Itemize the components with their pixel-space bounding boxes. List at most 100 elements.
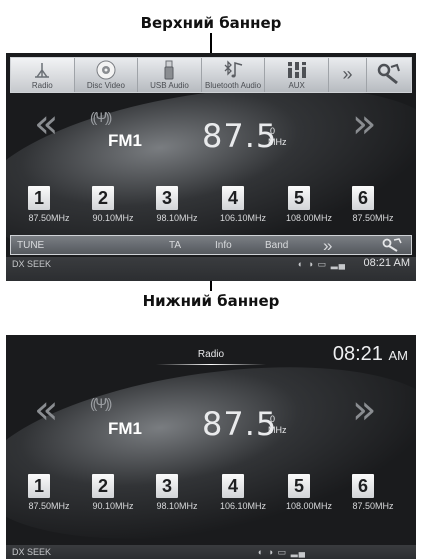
source-disc-video-label: Disc Video [86, 81, 125, 90]
frequency-unit: MHz [268, 425, 287, 435]
preset-4-button[interactable]: 4 106.10MHz [210, 474, 276, 514]
signal-icon: ▂▄ [330, 259, 346, 269]
double-chevron-right-icon: » [342, 63, 353, 84]
preset-frequency: 106.10MHz [219, 213, 267, 223]
dx-seek-status: DX SEEK [12, 547, 52, 557]
status-clock: 08:21 AM [363, 257, 410, 269]
preset-3-button[interactable]: 3 98.10MHz [144, 186, 210, 226]
dx-seek-status: DX SEEK [12, 259, 52, 269]
source-usb-audio-label: USB Audio [150, 81, 189, 90]
preset-frequency: 90.10MHz [92, 213, 134, 223]
frequency-decimal-indicator: 0 [270, 126, 276, 136]
source-bluetooth-audio-button[interactable]: Bluetooth Audio [202, 58, 266, 92]
preset-number: 6 [352, 474, 374, 498]
preset-frequency: 90.10MHz [92, 501, 134, 511]
preset-frequency: 87.50MHz [28, 213, 70, 223]
preset-1-button[interactable]: 1 87.50MHz [16, 186, 82, 226]
ta-button[interactable]: TA [169, 240, 181, 251]
preset-frequency: 87.50MHz [352, 213, 394, 223]
frequency-decimal-indicator: 0 [270, 414, 276, 424]
info-button[interactable]: Info [215, 240, 232, 251]
source-aux-label: AUX [288, 81, 305, 90]
preset-5-button[interactable]: 5 108.00MHz [276, 474, 342, 514]
source-bluetooth-audio-label: Bluetooth Audio [205, 81, 262, 90]
more-sources-button[interactable]: » [329, 58, 367, 92]
status-bar: DX SEEK ◐ ◑ ▭ ▂▄ 08:21 AM [6, 257, 416, 281]
source-radio-button[interactable]: Radio [11, 58, 75, 92]
preset-3-button[interactable]: 3 98.10MHz [144, 474, 210, 514]
preset-number: 2 [92, 186, 114, 210]
clock-ampm: AM [388, 348, 409, 363]
status-icons: ◐ ◑ ▭ ▂▄ [298, 259, 346, 270]
status-bar: DX SEEK ◐ ◑ ▭ ▂▄ [6, 545, 416, 559]
signal-icon: ▂▄ [290, 547, 306, 557]
bottom-banner-caption: Нижний баннер [142, 292, 280, 310]
source-radio-label: Radio [31, 81, 53, 90]
preset-2-button[interactable]: 2 90.10MHz [80, 474, 146, 514]
seek-next-button[interactable]: » [352, 101, 376, 147]
preset-number: 4 [222, 474, 244, 498]
top-banner: Radio Disc Video USB Audio Bluetooth Aud… [10, 57, 412, 93]
status-icons: ◐ ◑ ▭ ▂▄ [258, 547, 306, 558]
seek-next-button[interactable]: » [352, 387, 376, 433]
band-button[interactable]: Band [265, 240, 288, 251]
usb-icon [164, 60, 174, 80]
preset-2-button[interactable]: 2 90.10MHz [80, 186, 146, 226]
background-glow [6, 341, 416, 559]
source-usb-audio-button[interactable]: USB Audio [138, 58, 202, 92]
bottom-banner: TUNE TA Info Band » [10, 235, 412, 255]
preset-frequency: 106.10MHz [219, 501, 267, 511]
signal-antenna-icon: ((Ψ)) [90, 109, 112, 125]
source-aux-button[interactable]: AUX [265, 58, 329, 92]
bluetooth-icon: ◑ [267, 547, 275, 557]
frequency-unit: MHz [268, 137, 287, 147]
radio-screen-full: Radio 08:21 AM « » ((Ψ)) FM1 87.5 0 MHz … [6, 335, 416, 559]
preset-number: 1 [28, 186, 50, 210]
clock-time: 08:21 [332, 343, 383, 365]
preset-number: 3 [156, 186, 178, 210]
more-options-button[interactable]: » [323, 236, 332, 256]
frequency-display: 87.5 [202, 405, 278, 443]
preset-number: 1 [28, 474, 50, 498]
preset-frequency: 108.00MHz [285, 501, 333, 511]
antenna-icon [34, 60, 50, 80]
band-label: FM1 [108, 131, 142, 150]
settings-icon[interactable] [381, 238, 403, 255]
preset-5-button[interactable]: 5 108.00MHz [276, 186, 342, 226]
preset-4-button[interactable]: 4 106.10MHz [210, 186, 276, 226]
bluetooth-icon: ◑ [307, 259, 315, 269]
phone-icon: ◐ [297, 259, 305, 269]
source-disc-video-button[interactable]: Disc Video [75, 58, 139, 92]
aux-icon [286, 60, 308, 80]
preset-frequency: 108.00MHz [285, 213, 333, 223]
bottom-banner-leader-line [210, 281, 212, 291]
settings-button[interactable] [367, 58, 411, 92]
battery-icon: ▭ [317, 259, 328, 269]
clock: 08:21 AM [333, 343, 408, 366]
preset-number: 4 [222, 186, 244, 210]
preset-number: 5 [288, 186, 310, 210]
title-bar: Radio 08:21 AM [6, 335, 416, 373]
preset-1-button[interactable]: 1 87.50MHz [16, 474, 82, 514]
seek-previous-button[interactable]: « [34, 387, 58, 433]
tune-button[interactable]: TUNE [17, 240, 44, 251]
settings-icon [377, 59, 401, 89]
preset-number: 6 [352, 186, 374, 210]
preset-frequency: 98.10MHz [156, 501, 198, 511]
band-label: FM1 [108, 419, 142, 438]
preset-number: 2 [92, 474, 114, 498]
frequency-display: 87.5 [202, 117, 278, 155]
preset-frequency: 87.50MHz [28, 501, 70, 511]
seek-previous-button[interactable]: « [34, 101, 58, 147]
bluetooth-music-icon [222, 60, 244, 80]
preset-number: 5 [288, 474, 310, 498]
battery-icon: ▭ [277, 547, 288, 557]
preset-6-button[interactable]: 6 87.50MHz [340, 186, 406, 226]
title-underline [156, 364, 266, 365]
disc-icon [96, 60, 116, 80]
preset-frequency: 98.10MHz [156, 213, 198, 223]
preset-number: 3 [156, 474, 178, 498]
phone-icon: ◐ [257, 547, 265, 557]
preset-6-button[interactable]: 6 87.50MHz [340, 474, 406, 514]
preset-frequency: 87.50MHz [352, 501, 394, 511]
